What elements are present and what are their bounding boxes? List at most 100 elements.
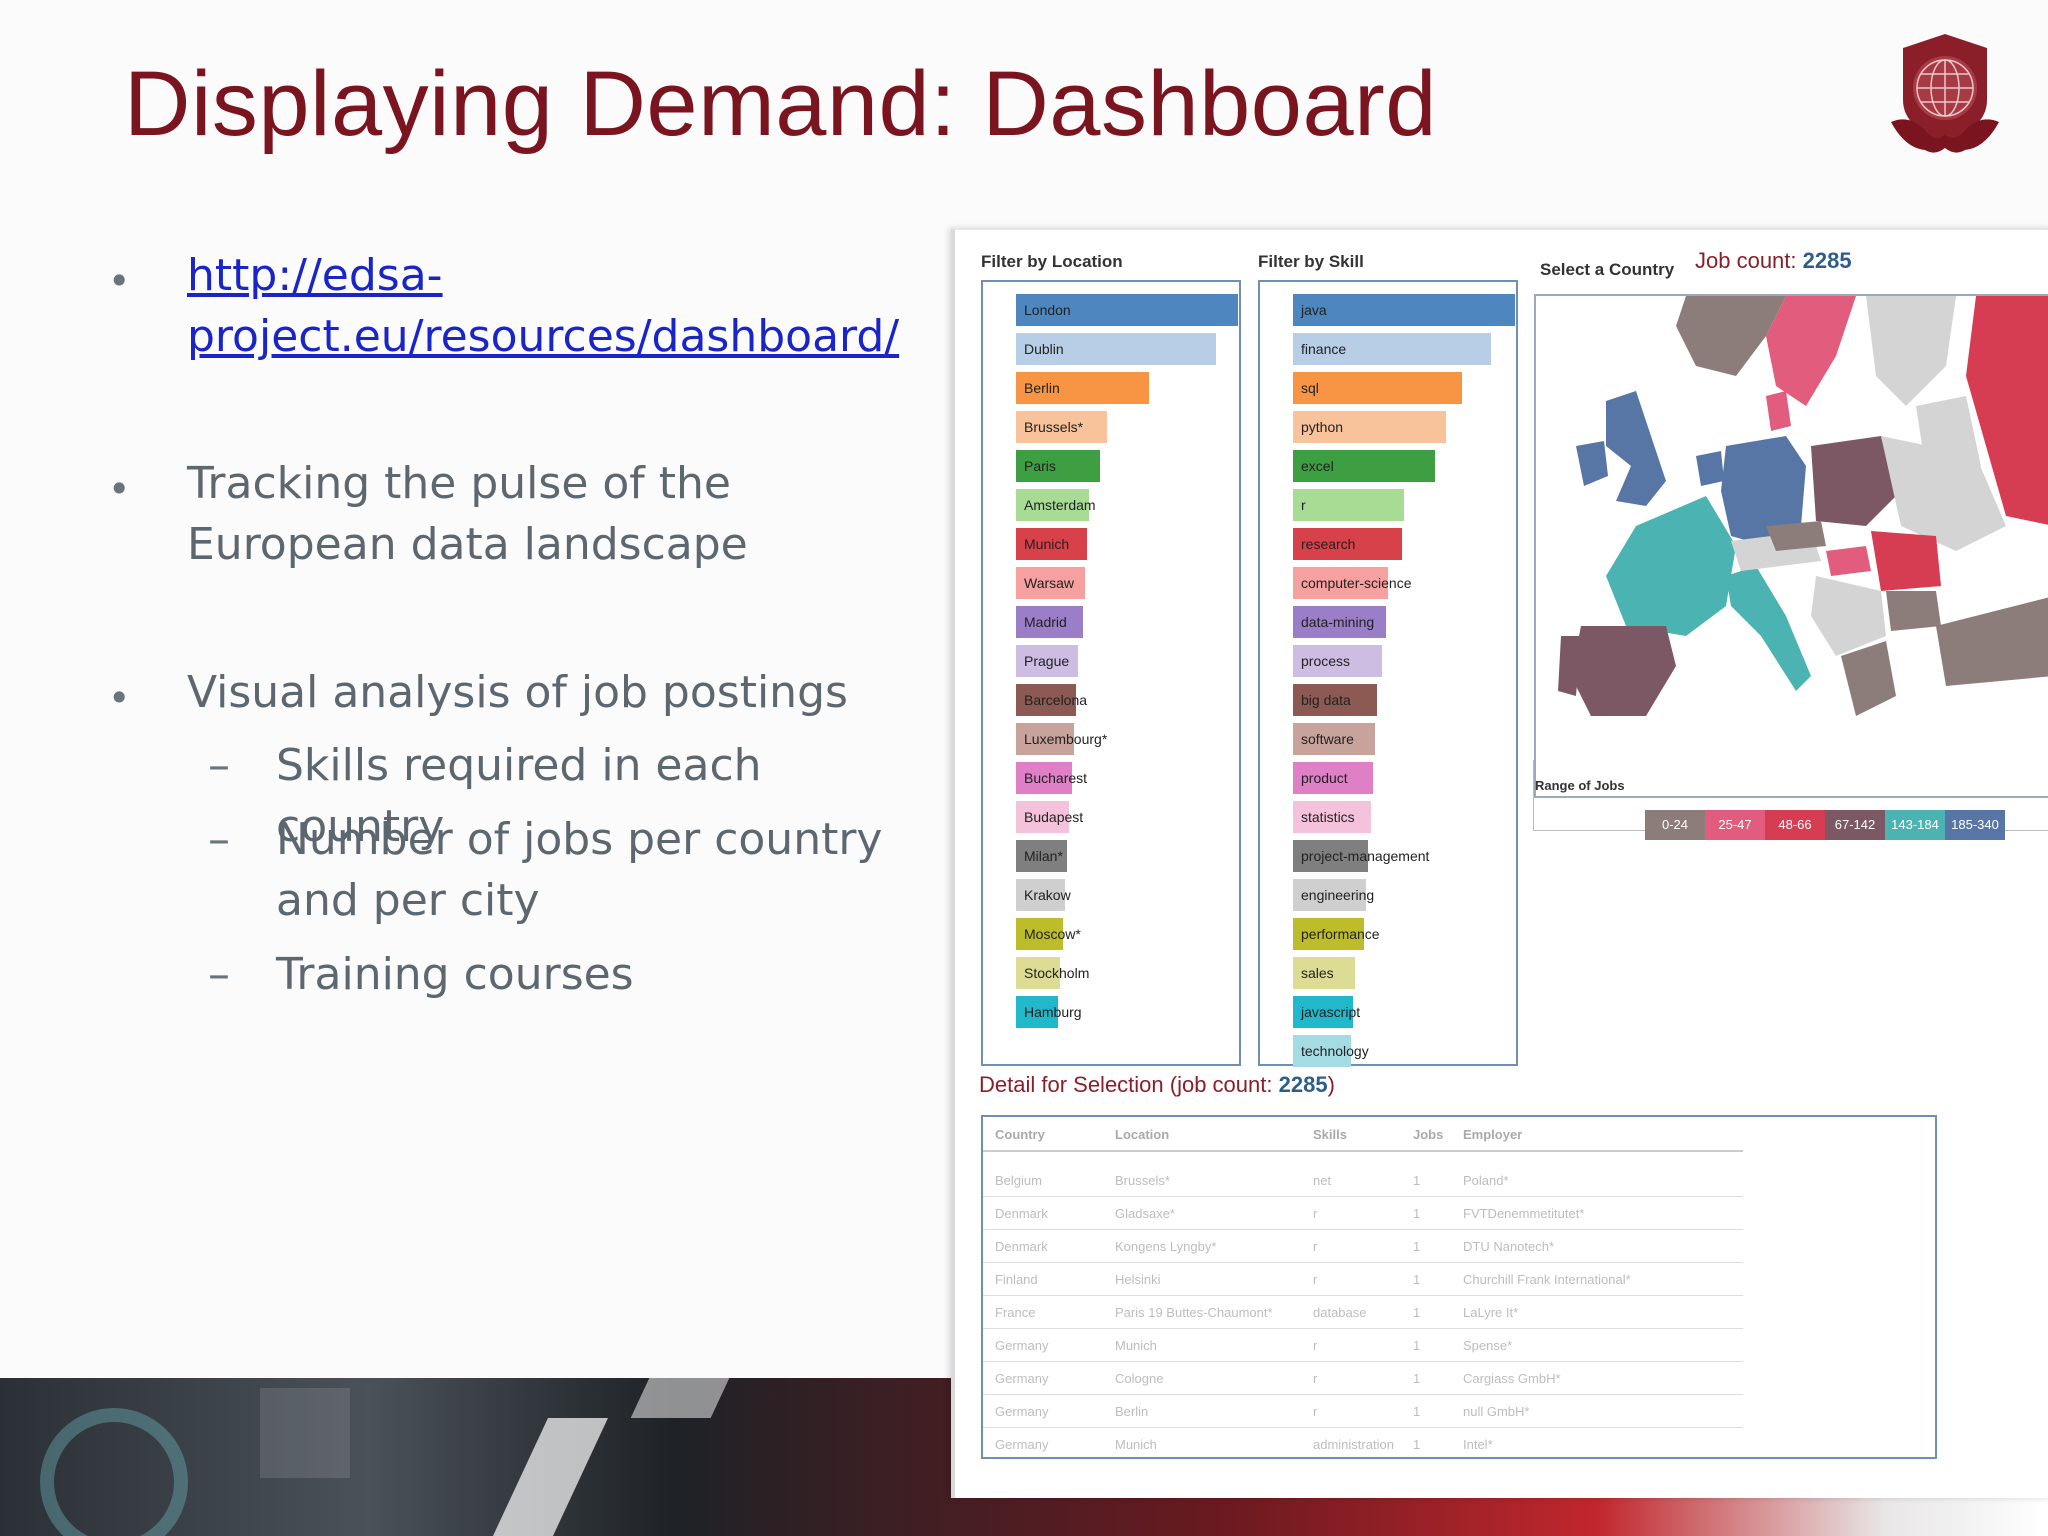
job-count: Job count: 2285 [1695,248,1852,274]
location-filter-item[interactable]: Budapest [1016,801,1238,833]
location-filter-item[interactable]: Moscow* [1016,918,1238,950]
map-country-uk[interactable] [1606,391,1666,506]
location-filter-item[interactable]: Paris [1016,450,1238,482]
location-filter-item[interactable]: Barcelona [1016,684,1238,716]
map-country-sweden[interactable] [1766,296,1856,406]
dashboard-link[interactable]: http://edsa- project.eu/resources/dashbo… [187,245,899,367]
location-filter-item[interactable]: Bucharest [1016,762,1238,794]
skill-filter-item[interactable]: technology [1293,1035,1515,1067]
map-country-ireland[interactable] [1576,441,1608,486]
europe-choropleth-map[interactable] [1534,294,2048,798]
location-filter-item[interactable]: Stockholm [1016,957,1238,989]
table-cell: Poland* [1463,1173,1509,1188]
skill-filter-label: engineering [1301,887,1375,903]
skill-filter-label: finance [1301,341,1347,357]
table-cell: Cargiass GmbH* [1463,1371,1561,1386]
table-cell: Kongens Lyngby* [1115,1239,1217,1254]
skill-filter-item[interactable]: research [1293,528,1515,560]
table-row: Belgium Brussels* net 1 Poland* [983,1163,1743,1197]
skill-filter-item[interactable]: product [1293,762,1515,794]
location-filter-item[interactable]: Brussels* [1016,411,1238,443]
skill-filter-item[interactable]: data-mining [1293,606,1515,638]
table-cell: Spense* [1463,1338,1513,1353]
map-country-netherlands[interactable] [1696,451,1724,486]
location-filter-item[interactable]: Berlin [1016,372,1238,404]
location-filter-label: Berlin [1024,380,1060,396]
skill-filter-label: data-mining [1301,614,1375,630]
skill-filter-item[interactable]: project-management [1293,840,1515,872]
skill-filter-item[interactable]: excel [1293,450,1515,482]
skill-filter-item[interactable]: engineering [1293,879,1515,911]
table-cell: Belgium [995,1173,1042,1188]
location-filter-item[interactable]: Hamburg [1016,996,1238,1028]
job-count-label: Job count: [1695,248,1797,273]
skill-filter-label: software [1301,731,1354,747]
skill-filter-bar[interactable] [1293,489,1404,521]
skill-filter-item[interactable]: statistics [1293,801,1515,833]
skill-filter-item[interactable]: sql [1293,372,1515,404]
location-filter-item[interactable]: London [1016,294,1238,326]
table-cell: Intel* [1463,1437,1493,1452]
table-cell: Germany [995,1404,1049,1419]
table-cell: database [1313,1305,1367,1320]
link-line-2[interactable]: project.eu/resources/dashboard/ [187,311,899,362]
skill-filter-item[interactable]: finance [1293,333,1515,365]
decorative-square [260,1388,350,1478]
location-filter-item[interactable]: Luxembourg* [1016,723,1238,755]
location-filter-label: Barcelona [1024,692,1088,708]
location-filter-item[interactable]: Dublin [1016,333,1238,365]
detail-column-header[interactable]: Location [1115,1127,1169,1142]
skill-filter-item[interactable]: process [1293,645,1515,677]
map-country-finland[interactable] [1866,296,1956,406]
table-row: Germany Munich administration 1 Intel* [983,1427,1743,1457]
skill-filter-item[interactable]: python [1293,411,1515,443]
filter-location-panel: London Dublin Berlin Brussels* Paris Amsterda… [981,280,1241,1066]
skill-filter-item[interactable]: javascript [1293,996,1515,1028]
map-country-turkey[interactable] [1936,596,2048,686]
table-cell: FVTDenemmetitutet* [1463,1206,1585,1221]
location-filter-item[interactable]: Krakow [1016,879,1238,911]
detail-table: Country Location Skills Jobs Employer Belgium… [981,1115,1937,1459]
link-line-1[interactable]: http://edsa- [187,250,443,301]
map-country-denmark[interactable] [1766,391,1791,431]
table-cell: LaLyre It* [1463,1305,1519,1320]
detail-column-header[interactable]: Jobs [1413,1127,1443,1142]
table-cell: Paris 19 Buttes-Chaumont* [1115,1305,1273,1320]
location-filter-item[interactable]: Milan* [1016,840,1238,872]
detail-column-header[interactable]: Employer [1463,1127,1522,1142]
location-filter-item[interactable]: Warsaw [1016,567,1238,599]
table-cell: r [1313,1371,1318,1386]
skill-filter-item[interactable]: r [1293,489,1515,521]
skill-filter-item[interactable]: java [1293,294,1515,326]
range-chip: 48-66 [1765,810,1825,840]
location-filter-item[interactable]: Madrid [1016,606,1238,638]
detail-column-header[interactable]: Skills [1313,1127,1347,1142]
location-filter-item[interactable]: Prague [1016,645,1238,677]
skill-filter-item[interactable]: computer-science [1293,567,1515,599]
table-cell: r [1313,1206,1318,1221]
table-row: France Paris 19 Buttes-Chaumont* database 1… [983,1295,1743,1329]
detail-title-prefix: Detail for Selection (job count: [979,1072,1273,1097]
location-filter-item[interactable]: Munich [1016,528,1238,560]
map-country-bulgaria[interactable] [1886,591,1941,631]
map-country-poland[interactable] [1811,436,1896,526]
map-country-balkans[interactable] [1811,576,1886,656]
map-country-spain[interactable] [1571,626,1676,716]
detail-column-header[interactable]: Country [995,1127,1045,1142]
decorative-chevron [492,1418,608,1536]
table-cell: 1 [1413,1305,1421,1320]
map-country-greece[interactable] [1841,641,1896,716]
map-country-czechia[interactable] [1766,521,1826,551]
map-country-romania[interactable] [1871,531,1941,591]
map-country-france[interactable] [1606,496,1736,636]
map-country-hungary[interactable] [1826,546,1871,576]
skill-filter-item[interactable]: big data [1293,684,1515,716]
location-filter-item[interactable]: Amsterdam [1016,489,1238,521]
skill-filter-label: product [1301,770,1348,786]
skill-filter-item[interactable]: software [1293,723,1515,755]
location-filter-label: Madrid [1024,614,1067,630]
skill-filter-item[interactable]: sales [1293,957,1515,989]
skill-filter-item[interactable]: performance [1293,918,1515,950]
map-country-italy[interactable] [1726,566,1811,691]
location-filter-label: Luxembourg* [1024,731,1108,747]
